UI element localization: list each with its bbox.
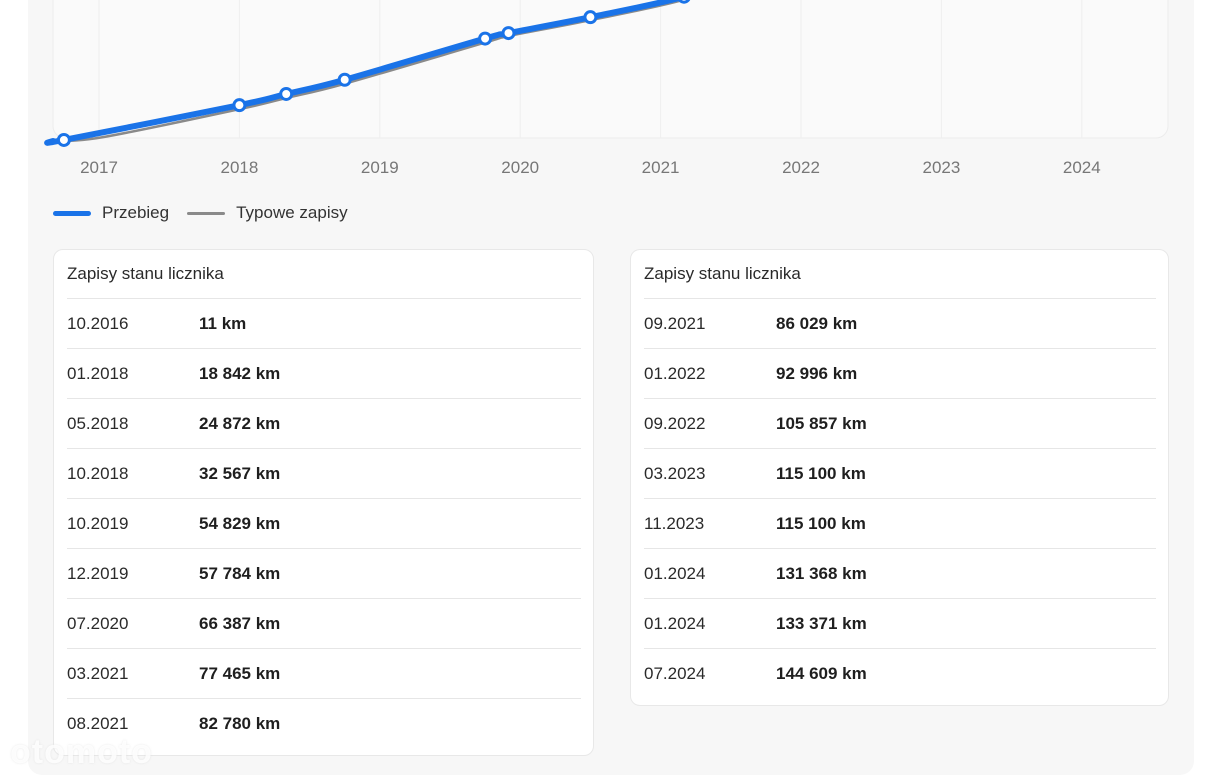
x-tick-label: 2022 xyxy=(782,158,820,177)
mileage-point[interactable] xyxy=(337,72,352,87)
record-date: 09.2022 xyxy=(644,413,706,433)
x-tick-label: 2024 xyxy=(1063,158,1101,177)
record-mileage: 57 784 km xyxy=(199,563,281,583)
record-mileage: 77 465 km xyxy=(199,663,281,683)
x-tick-label: 2017 xyxy=(80,158,118,177)
mileage-point[interactable] xyxy=(232,98,247,113)
record-mileage: 92 996 km xyxy=(776,363,858,383)
record-mileage: 24 872 km xyxy=(199,413,281,433)
typical-legend-swatch xyxy=(187,211,226,215)
record-date: 12.2019 xyxy=(67,563,129,583)
record-date: 08.2021 xyxy=(67,713,129,733)
record-mileage: 131 368 km xyxy=(776,563,867,583)
record-date: 10.2019 xyxy=(67,513,129,533)
record-date: 03.2023 xyxy=(644,463,706,483)
record-date: 10.2018 xyxy=(67,463,129,483)
table-row: 07.2024 144 609 km xyxy=(644,648,1156,698)
chart-legend: Przebieg Typowe zapisy xyxy=(53,202,348,224)
table-row: 09.2022 105 857 km xyxy=(644,398,1156,448)
record-date: 01.2022 xyxy=(644,363,706,383)
records-list: 09.2021 86 029 km 01.2022 92 996 km 09.2022 1… xyxy=(644,298,1156,698)
table-row: 05.2018 24 872 km xyxy=(67,398,581,448)
record-date: 09.2021 xyxy=(644,313,706,333)
mileage-point[interactable] xyxy=(501,26,516,41)
records-list: 10.2016 11 km 01.2018 18 842 km 05.2018 24 87… xyxy=(67,298,581,748)
odometer-records-panel-right: Zapisy stanu licznika 09.2021 86 029 km 01… xyxy=(630,249,1169,706)
panel-title: Zapisy stanu licznika xyxy=(67,264,224,283)
table-row: 03.2023 115 100 km xyxy=(644,448,1156,498)
x-tick-label: 2020 xyxy=(501,158,539,177)
record-mileage: 18 842 km xyxy=(199,363,281,383)
record-mileage: 82 780 km xyxy=(199,713,281,733)
record-mileage: 115 100 km xyxy=(776,513,866,533)
table-row: 01.2022 92 996 km xyxy=(644,348,1156,398)
mileage-point[interactable] xyxy=(56,132,71,147)
table-row: 12.2019 57 784 km xyxy=(67,548,581,598)
table-row: 10.2019 54 829 km xyxy=(67,498,581,548)
record-date: 11.2023 xyxy=(644,513,705,533)
mileage-point[interactable] xyxy=(478,31,493,46)
record-date: 01.2024 xyxy=(644,563,706,583)
record-mileage: 144 609 km xyxy=(776,663,867,683)
mileage-legend-swatch xyxy=(53,210,91,216)
record-date: 07.2020 xyxy=(67,613,129,633)
record-mileage: 54 829 km xyxy=(199,513,281,533)
record-date: 01.2024 xyxy=(644,613,706,633)
table-row: 01.2018 18 842 km xyxy=(67,348,581,398)
table-row: 11.2023 115 100 km xyxy=(644,498,1156,548)
record-mileage: 11 km xyxy=(199,313,247,333)
mileage-point[interactable] xyxy=(677,0,691,4)
panel-title: Zapisy stanu licznika xyxy=(644,264,801,283)
record-date: 03.2021 xyxy=(67,663,129,683)
watermark-logo: otomoto xyxy=(10,733,153,771)
table-row: 01.2024 133 371 km xyxy=(644,598,1156,648)
record-mileage: 115 100 km xyxy=(776,463,866,483)
record-date: 07.2024 xyxy=(644,663,706,683)
table-row: 03.2021 77 465 km xyxy=(67,648,581,698)
mileage-legend-label: Przebieg xyxy=(102,203,170,222)
record-mileage: 86 029 km xyxy=(776,313,858,333)
record-mileage: 133 371 km xyxy=(776,613,867,633)
mileage-chart: 2017 2018 2019 2020 2021 2022 2023 2024 xyxy=(44,0,1169,177)
x-tick-label: 2023 xyxy=(922,158,960,177)
typical-legend-label: Typowe zapisy xyxy=(236,203,348,222)
record-date: 01.2018 xyxy=(67,363,129,383)
table-row: 10.2018 32 567 km xyxy=(67,448,581,498)
mileage-point[interactable] xyxy=(583,10,598,25)
plot-area xyxy=(52,0,1169,139)
x-tick-label: 2018 xyxy=(220,158,258,177)
mileage-point[interactable] xyxy=(279,86,294,101)
table-row: 09.2021 86 029 km xyxy=(644,298,1156,348)
x-tick-label: 2019 xyxy=(361,158,399,177)
x-tick-label: 2021 xyxy=(642,158,680,177)
record-date: 05.2018 xyxy=(67,413,129,433)
record-mileage: 66 387 km xyxy=(199,613,281,633)
odometer-records-panel-left: Zapisy stanu licznika 10.2016 11 km 01.201… xyxy=(53,249,594,756)
table-row: 07.2020 66 387 km xyxy=(67,598,581,648)
table-row: 01.2024 131 368 km xyxy=(644,548,1156,598)
record-date: 10.2016 xyxy=(67,313,129,333)
record-mileage: 105 857 km xyxy=(776,413,867,433)
record-mileage: 32 567 km xyxy=(199,463,281,483)
table-row: 10.2016 11 km xyxy=(67,298,581,348)
